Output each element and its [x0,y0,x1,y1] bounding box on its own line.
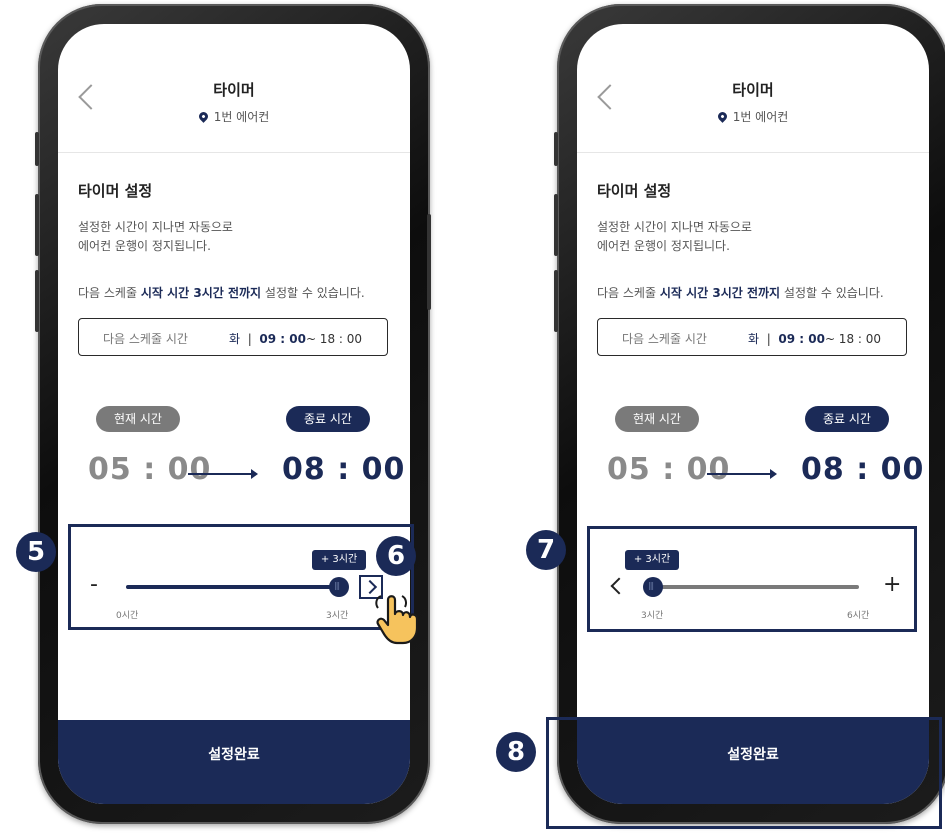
note-suffix: 설정할 수 있습니다. [261,286,365,300]
end-time-label: 종료 시간 [286,406,370,432]
device-name: 1번 에어컨 [213,110,270,124]
right-arrow-icon [707,469,777,479]
section-title: 타이머 설정 [597,182,672,200]
side-button [35,132,39,166]
highlight-box-5 [68,524,414,630]
volume-up-button [554,194,558,256]
section-description: 설정한 시간이 지나면 자동으로 에어컨 운행이 정지됩니다. [597,218,752,256]
section-description: 설정한 시간이 지나면 자동으로 에어컨 운행이 정지됩니다. [78,218,233,256]
schedule-value: 화 | 09 : 00~ 18 : 00 [748,330,881,347]
next-schedule-box: 다음 스케줄 시간 화 | 09 : 00~ 18 : 00 [597,318,907,356]
schedule-label: 다음 스케줄 시간 [103,332,188,346]
page-title: 타이머 [732,81,774,99]
location-pin-icon [715,110,729,123]
header-divider [577,152,929,153]
highlight-box-7 [587,526,917,632]
current-time: 05 : 00 [88,452,212,487]
current-time-label: 현재 시간 [96,406,180,432]
end-time: 08 : 00 [282,452,406,487]
schedule-day: 화 [229,332,241,346]
schedule-start: 09 : 00 [778,332,825,346]
schedule-label: 다음 스케줄 시간 [622,332,707,346]
right-arrow-icon [188,469,258,479]
end-time: 08 : 00 [801,452,925,487]
note-emphasis: 시작 시간 3시간 전까지 [659,286,781,300]
power-button [427,214,431,310]
description-line: 에어컨 운행이 정지됩니다. [597,239,730,253]
confirm-button[interactable]: 설정완료 [58,720,410,804]
current-time: 05 : 00 [607,452,731,487]
header-divider [58,152,410,153]
side-button [554,132,558,166]
note-prefix: 다음 스케줄 [78,286,141,300]
schedule-note: 다음 스케줄 시작 시간 3시간 전까지 설정할 수 있습니다. [78,284,365,301]
device-name: 1번 에어컨 [732,110,789,124]
current-time-label: 현재 시간 [615,406,699,432]
phone-frame-right: 타이머 1번 에어컨 타이머 설정 설정한 시간이 지나면 자동으로 에어컨 운… [554,4,945,824]
callout-badge-8: 8 [496,732,536,772]
schedule-day: 화 [748,332,760,346]
description-line: 설정한 시간이 지나면 자동으로 [78,220,233,234]
next-schedule-box: 다음 스케줄 시간 화 | 09 : 00~ 18 : 00 [78,318,388,356]
pointing-hand-icon [375,595,419,645]
schedule-start: 09 : 00 [259,332,306,346]
screen-right: 타이머 1번 에어컨 타이머 설정 설정한 시간이 지나면 자동으로 에어컨 운… [577,24,929,804]
device-location: 1번 에어컨 [58,108,410,125]
note-prefix: 다음 스케줄 [597,286,660,300]
schedule-end: ~ 18 : 00 [824,332,882,346]
schedule-value: 화 | 09 : 00~ 18 : 00 [229,330,362,347]
description-line: 설정한 시간이 지나면 자동으로 [597,220,752,234]
callout-badge-6: 6 [376,536,416,576]
schedule-separator: | [766,332,771,346]
device-location: 1번 에어컨 [577,108,929,125]
description-line: 에어컨 운행이 정지됩니다. [78,239,211,253]
schedule-note: 다음 스케줄 시작 시간 3시간 전까지 설정할 수 있습니다. [597,284,884,301]
callout-badge-5: 5 [16,532,56,572]
volume-down-button [554,270,558,332]
phone-frame-left: 타이머 1번 에어컨 타이머 설정 설정한 시간이 지나면 자동으로 에어컨 운… [35,4,431,824]
volume-up-button [35,194,39,256]
note-suffix: 설정할 수 있습니다. [780,286,884,300]
screen-left: 타이머 1번 에어컨 타이머 설정 설정한 시간이 지나면 자동으로 에어컨 운… [58,24,410,804]
schedule-separator: | [247,332,252,346]
schedule-end: ~ 18 : 00 [305,332,363,346]
note-emphasis: 시작 시간 3시간 전까지 [140,286,262,300]
callout-badge-7: 7 [526,530,566,570]
section-title: 타이머 설정 [78,182,153,200]
location-pin-icon [196,110,210,123]
end-time-label: 종료 시간 [805,406,889,432]
highlight-box-8 [546,717,942,829]
page-title: 타이머 [213,81,255,99]
volume-down-button [35,270,39,332]
